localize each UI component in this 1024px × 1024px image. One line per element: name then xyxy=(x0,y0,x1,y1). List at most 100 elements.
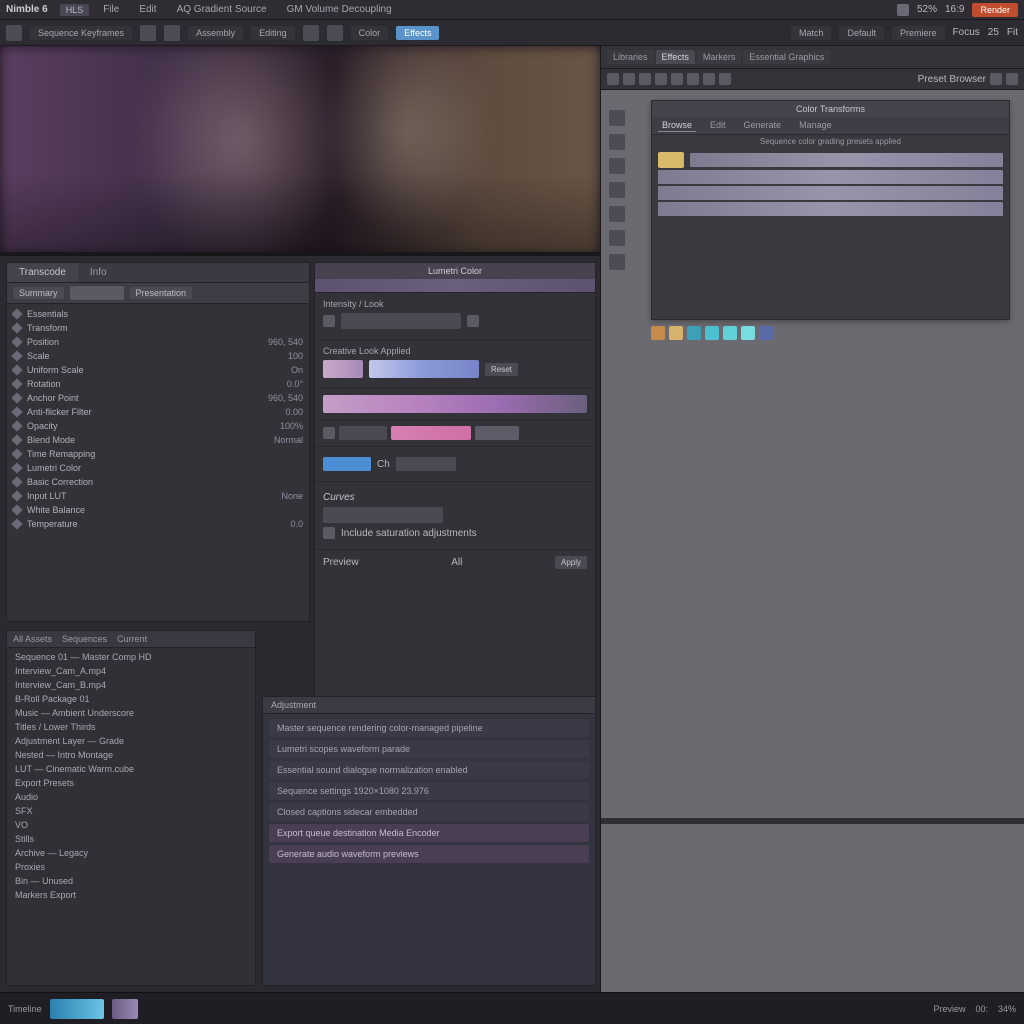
fx-prop-value[interactable]: Normal xyxy=(274,435,303,445)
ws-color[interactable]: Color xyxy=(351,26,389,40)
fx-row[interactable]: Scale100 xyxy=(9,350,307,362)
chip-search[interactable] xyxy=(70,286,124,300)
marker-icon[interactable] xyxy=(140,25,156,41)
preset-row[interactable] xyxy=(658,202,1003,216)
twirl-icon[interactable] xyxy=(11,490,22,501)
zoom-pct[interactable]: 34% xyxy=(998,1004,1016,1014)
project-item[interactable]: VO xyxy=(7,818,255,832)
preset-row[interactable] xyxy=(658,152,1003,168)
all-label[interactable]: All xyxy=(451,557,462,568)
property-row[interactable]: Sequence settings 1920×1080 23.976 xyxy=(269,782,589,800)
search-icon[interactable] xyxy=(671,73,683,85)
project-item[interactable]: Archive — Legacy xyxy=(7,846,255,860)
sync-icon[interactable] xyxy=(897,4,909,16)
tab-markers[interactable]: Markers xyxy=(697,50,742,64)
preset-row[interactable] xyxy=(658,186,1003,200)
proj-tab-cur[interactable]: Current xyxy=(117,634,147,644)
fx-tab-transcode[interactable]: Transcode xyxy=(7,263,78,282)
fx-row[interactable]: Anchor Point960, 540 xyxy=(9,392,307,404)
fx-row[interactable]: White Balance xyxy=(9,504,307,516)
fx-prop-value[interactable]: 960, 540 xyxy=(268,337,303,347)
apply-button[interactable]: Apply xyxy=(555,556,587,569)
panel-menu-icon[interactable] xyxy=(6,25,22,41)
project-item[interactable]: Titles / Lower Thirds xyxy=(7,720,255,734)
twirl-icon[interactable] xyxy=(11,476,22,487)
twirl-icon[interactable] xyxy=(11,518,22,529)
sort-icon[interactable] xyxy=(687,73,699,85)
project-item[interactable]: Nested — Intro Montage xyxy=(7,748,255,762)
project-item[interactable]: Adjustment Layer — Grade xyxy=(7,734,255,748)
checkbox-icon[interactable] xyxy=(323,527,335,539)
seg-shadow[interactable] xyxy=(339,426,387,440)
seg-mid[interactable] xyxy=(391,426,471,440)
look-dropdown[interactable] xyxy=(341,313,461,329)
ws-match[interactable]: Match xyxy=(791,26,832,40)
twirl-icon[interactable] xyxy=(11,350,22,361)
reset-button[interactable]: Reset xyxy=(485,363,518,376)
twirl-icon[interactable] xyxy=(11,364,22,375)
look-swatch-b[interactable] xyxy=(369,360,479,378)
ws-premiere[interactable]: Premiere xyxy=(892,26,945,40)
eye-icon[interactable] xyxy=(323,315,335,327)
folder-icon[interactable] xyxy=(639,73,651,85)
fit-label[interactable]: Fit xyxy=(1007,27,1018,38)
tag-icon[interactable] xyxy=(703,73,715,85)
twirl-icon[interactable] xyxy=(11,462,22,473)
twirl-icon[interactable] xyxy=(11,504,22,515)
codec-pill[interactable]: HLS xyxy=(60,4,90,16)
project-item[interactable]: Markers Export xyxy=(7,888,255,902)
property-row[interactable]: Export queue destination Media Encoder xyxy=(269,824,589,842)
snap-icon[interactable] xyxy=(164,25,180,41)
swatch[interactable] xyxy=(759,326,773,340)
zoom-tool-icon[interactable] xyxy=(609,158,625,174)
ws-default[interactable]: Default xyxy=(839,26,884,40)
project-item[interactable]: Audio xyxy=(7,790,255,804)
project-item[interactable]: SFX xyxy=(7,804,255,818)
fx-prop-value[interactable]: On xyxy=(291,365,303,375)
twirl-icon[interactable] xyxy=(11,322,22,333)
project-item[interactable]: Interview_Cam_B.mp4 xyxy=(7,678,255,692)
swatch[interactable] xyxy=(669,326,683,340)
twirl-icon[interactable] xyxy=(11,448,22,459)
chip-summary[interactable]: Summary xyxy=(13,287,64,299)
preview-label[interactable]: Preview xyxy=(323,557,359,568)
selection-tool-icon[interactable] xyxy=(609,110,625,126)
gear-icon[interactable] xyxy=(990,73,1002,85)
property-row[interactable]: Master sequence rendering color-managed … xyxy=(269,719,589,737)
fx-row[interactable]: Position960, 540 xyxy=(9,336,307,348)
property-row[interactable]: Essential sound dialogue normalization e… xyxy=(269,761,589,779)
star-icon[interactable] xyxy=(719,73,731,85)
grid-icon[interactable] xyxy=(327,25,343,41)
menu-edit[interactable]: Edit xyxy=(133,2,162,17)
swatch[interactable] xyxy=(723,326,737,340)
seg-hi[interactable] xyxy=(475,426,519,440)
project-item[interactable]: Sequence 01 — Master Comp HD xyxy=(7,650,255,664)
menu-file[interactable]: File xyxy=(97,2,125,17)
project-item[interactable]: Bin — Unused xyxy=(7,874,255,888)
preview-label[interactable]: Preview xyxy=(933,1004,965,1014)
ws-assembly[interactable]: Assembly xyxy=(188,26,243,40)
property-row[interactable]: Lumetri scopes waveform parade xyxy=(269,740,589,758)
more-icon[interactable] xyxy=(1006,73,1018,85)
fx-row[interactable]: Uniform ScaleOn xyxy=(9,364,307,376)
fx-row[interactable]: Opacity100% xyxy=(9,420,307,432)
hand-tool-icon[interactable] xyxy=(609,134,625,150)
project-item[interactable]: Stills xyxy=(7,832,255,846)
menu-comp[interactable]: AQ Gradient Source xyxy=(171,2,273,17)
property-row[interactable]: Closed captions sidecar embedded xyxy=(269,803,589,821)
curve-type-dropdown[interactable] xyxy=(323,507,443,523)
fx-prop-value[interactable]: 100% xyxy=(280,421,303,431)
fx-prop-value[interactable]: 0.0° xyxy=(287,379,303,389)
project-item[interactable]: Interview_Cam_A.mp4 xyxy=(7,664,255,678)
proj-tab-seq[interactable]: Sequences xyxy=(62,634,107,644)
twirl-icon[interactable] xyxy=(11,308,22,319)
tab-effects[interactable]: Effects xyxy=(656,50,695,64)
fx-row[interactable]: Temperature0.0 xyxy=(9,518,307,530)
look-swatch-a[interactable] xyxy=(323,360,363,378)
crop-tool-icon[interactable] xyxy=(609,230,625,246)
fx-row[interactable]: Input LUTNone xyxy=(9,490,307,502)
fx-tab-info[interactable]: Info xyxy=(78,263,119,282)
project-item[interactable]: Export Presets xyxy=(7,776,255,790)
fx-prop-value[interactable]: 960, 540 xyxy=(268,393,303,403)
ws-effects[interactable]: Effects xyxy=(396,26,439,40)
